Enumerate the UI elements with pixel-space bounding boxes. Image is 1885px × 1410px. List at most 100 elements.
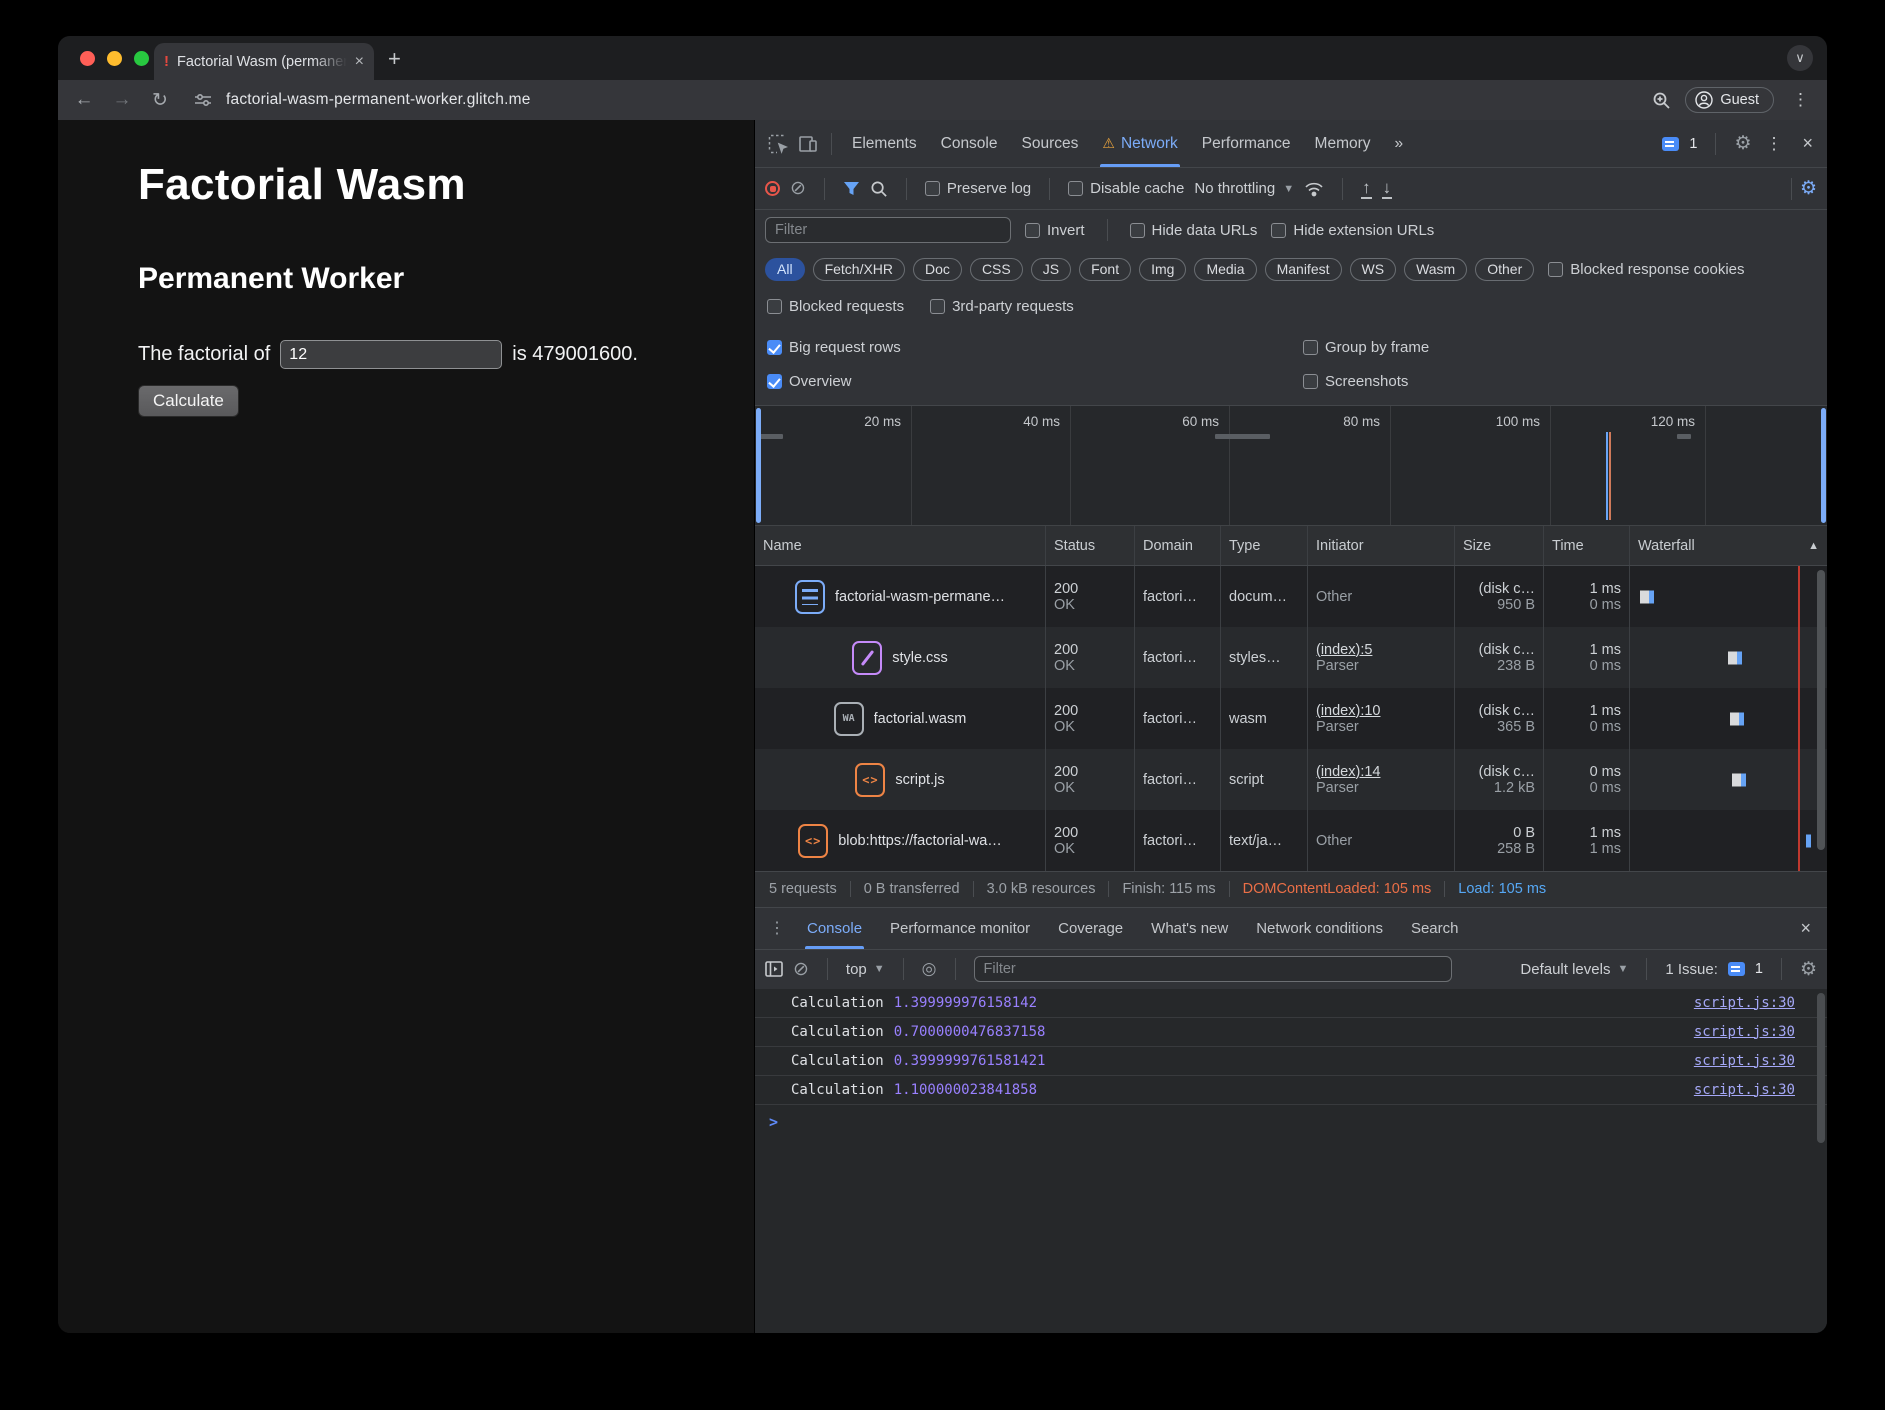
log-levels-select[interactable]: Default levels ▼ (1520, 961, 1628, 978)
column-waterfall[interactable]: Waterfall ▲ (1630, 526, 1827, 565)
console-message[interactable]: Calculation 0.3999999761581421 script.js… (755, 1047, 1827, 1076)
initiator-link[interactable]: (index):10 (1316, 703, 1446, 719)
tab-console[interactable]: Console (929, 120, 1010, 167)
overview-left-handle[interactable] (756, 408, 761, 523)
big-request-rows-checkbox[interactable]: Big request rows (767, 339, 1303, 356)
clear-console-icon[interactable]: ⊘ (793, 960, 809, 979)
drawer-menu-icon[interactable]: ⋮ (761, 918, 793, 938)
table-scrollbar[interactable] (1817, 570, 1825, 850)
devtools-menu-icon[interactable]: ⋮ (1761, 134, 1786, 154)
column-initiator[interactable]: Initiator (1308, 526, 1455, 565)
console-prompt[interactable]: > (755, 1105, 1827, 1139)
filter-funnel-icon[interactable] (843, 181, 860, 196)
hide-data-urls-checkbox[interactable]: Hide data URLs (1130, 222, 1258, 239)
source-link[interactable]: script.js:30 (1694, 1082, 1813, 1098)
overview-checkbox[interactable]: Overview (767, 373, 1303, 390)
console-message[interactable]: Calculation 0.7000000476837158 script.js… (755, 1018, 1827, 1047)
filter-chip-other[interactable]: Other (1475, 258, 1534, 281)
filter-chip-doc[interactable]: Doc (913, 258, 962, 281)
clear-icon[interactable]: ⊘ (790, 179, 806, 198)
drawer-tab-performance-monitor[interactable]: Performance monitor (876, 908, 1044, 949)
network-filter-input[interactable] (765, 217, 1011, 243)
column-name[interactable]: Name (755, 526, 1046, 565)
table-row[interactable]: style.css 200OK factori… styles… (index)… (755, 627, 1827, 688)
tab-network[interactable]: ⚠ Network (1090, 120, 1189, 167)
network-settings-icon[interactable]: ⚙ (1800, 177, 1817, 200)
preserve-log-checkbox[interactable]: Preserve log (925, 180, 1031, 197)
console-scrollbar[interactable] (1817, 993, 1825, 1143)
tab-elements[interactable]: Elements (840, 120, 929, 167)
initiator-link[interactable]: (index):5 (1316, 642, 1446, 658)
issue-counter-label[interactable]: 1 Issue: (1665, 961, 1718, 978)
factorial-input[interactable] (280, 340, 502, 369)
tab-close-icon[interactable]: × (355, 53, 364, 71)
browser-menu-icon[interactable]: ⋮ (1788, 90, 1813, 110)
more-tabs-icon[interactable]: » (1383, 120, 1416, 167)
network-overview-timeline[interactable]: 20 ms 40 ms 60 ms 80 ms 100 ms 120 ms 14 (755, 406, 1827, 526)
minimize-window-button[interactable] (107, 51, 122, 66)
search-icon[interactable] (870, 180, 888, 198)
filter-chip-ws[interactable]: WS (1350, 258, 1397, 281)
blocked-requests-checkbox[interactable]: Blocked requests (767, 298, 904, 315)
drawer-tab-coverage[interactable]: Coverage (1044, 908, 1137, 949)
blocked-response-cookies-checkbox[interactable]: Blocked response cookies (1548, 261, 1744, 278)
tab-performance[interactable]: Performance (1190, 120, 1303, 167)
back-icon[interactable]: ← (72, 89, 96, 111)
filter-chip-manifest[interactable]: Manifest (1265, 258, 1342, 281)
console-message[interactable]: Calculation 1.100000023841858 script.js:… (755, 1076, 1827, 1105)
forward-icon[interactable]: → (110, 89, 134, 111)
table-row[interactable]: factorial.wasm 200OK factori… wasm (inde… (755, 688, 1827, 749)
console-message[interactable]: Calculation 1.399999976158142 script.js:… (755, 989, 1827, 1018)
tab-memory[interactable]: Memory (1303, 120, 1383, 167)
drawer-tab-console[interactable]: Console (793, 908, 876, 949)
invert-checkbox[interactable]: Invert (1025, 222, 1085, 239)
column-type[interactable]: Type (1221, 526, 1308, 565)
table-row[interactable]: blob:https://factorial-wa… 200OK factori… (755, 810, 1827, 871)
initiator-link[interactable]: (index):14 (1316, 764, 1446, 780)
devtools-close-icon[interactable]: × (1796, 133, 1819, 154)
export-har-icon[interactable]: ↓ (1382, 179, 1393, 199)
throttling-select[interactable]: No throttling ▼ (1194, 180, 1294, 197)
third-party-requests-checkbox[interactable]: 3rd-party requests (930, 298, 1074, 315)
drawer-tab-network-conditions[interactable]: Network conditions (1242, 908, 1397, 949)
zoom-icon[interactable] (1652, 91, 1671, 110)
column-size[interactable]: Size (1455, 526, 1544, 565)
live-expression-icon[interactable]: ◎ (922, 959, 937, 979)
tab-sources[interactable]: Sources (1010, 120, 1091, 167)
table-row[interactable]: script.js 200OK factori… script (index):… (755, 749, 1827, 810)
group-by-frame-checkbox[interactable]: Group by frame (1303, 339, 1815, 356)
disable-cache-checkbox[interactable]: Disable cache (1068, 180, 1184, 197)
filter-chip-media[interactable]: Media (1194, 258, 1256, 281)
device-toolbar-icon[interactable] (793, 135, 823, 153)
import-har-icon[interactable]: ↑ (1361, 179, 1372, 199)
site-settings-icon[interactable] (194, 92, 212, 108)
filter-chip-fetch-xhr[interactable]: Fetch/XHR (813, 258, 905, 281)
column-status[interactable]: Status (1046, 526, 1135, 565)
overview-right-handle[interactable] (1821, 408, 1826, 523)
network-conditions-icon[interactable] (1304, 181, 1324, 197)
column-domain[interactable]: Domain (1135, 526, 1221, 565)
javascript-context-select[interactable]: top ▼ (846, 961, 885, 978)
devtools-settings-icon[interactable]: ⚙ (1734, 132, 1751, 155)
maximize-window-button[interactable] (134, 51, 149, 66)
filter-chip-img[interactable]: Img (1139, 258, 1186, 281)
filter-chip-all[interactable]: All (765, 258, 805, 281)
console-settings-icon[interactable]: ⚙ (1800, 958, 1817, 981)
filter-chip-js[interactable]: JS (1031, 258, 1071, 281)
calculate-button[interactable]: Calculate (138, 385, 239, 417)
drawer-close-icon[interactable]: × (1790, 918, 1821, 939)
screenshots-checkbox[interactable]: Screenshots (1303, 373, 1815, 390)
tab-search-chevron-icon[interactable]: ∨ (1787, 45, 1813, 71)
drawer-tab-whats-new[interactable]: What's new (1137, 908, 1242, 949)
inspect-element-icon[interactable] (763, 134, 793, 154)
close-window-button[interactable] (80, 51, 95, 66)
filter-chip-font[interactable]: Font (1079, 258, 1131, 281)
source-link[interactable]: script.js:30 (1694, 1053, 1813, 1069)
column-time[interactable]: Time (1544, 526, 1630, 565)
profile-chip[interactable]: Guest (1685, 87, 1774, 113)
filter-chip-wasm[interactable]: Wasm (1404, 258, 1467, 281)
source-link[interactable]: script.js:30 (1694, 1024, 1813, 1040)
console-sidebar-icon[interactable] (765, 961, 783, 977)
address-bar[interactable]: factorial-wasm-permanent-worker.glitch.m… (226, 91, 531, 109)
source-link[interactable]: script.js:30 (1694, 995, 1813, 1011)
